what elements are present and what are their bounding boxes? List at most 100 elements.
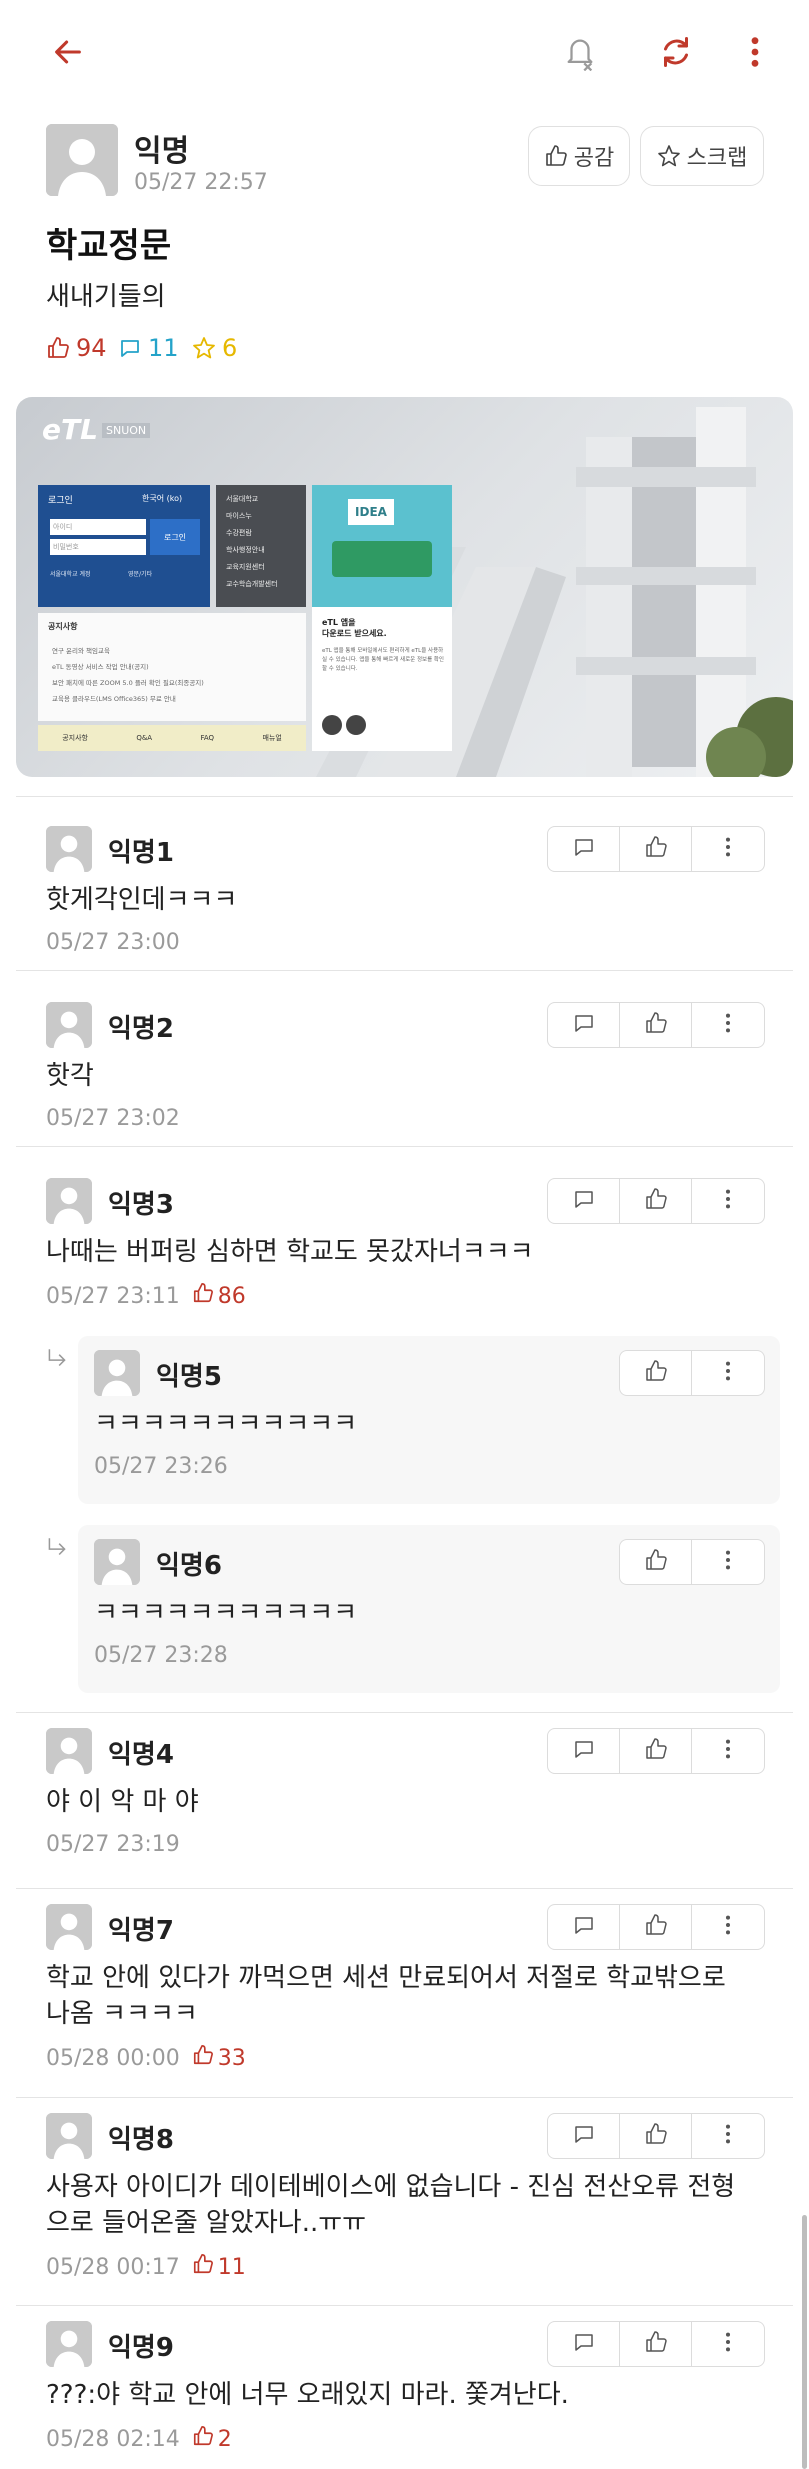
thumbs-up-icon (545, 145, 567, 166)
thumbs-up-button[interactable] (620, 827, 692, 871)
more-vertical-button[interactable] (692, 1351, 764, 1395)
thumbs-up-icon (644, 1011, 668, 1039)
menu-panel: 서울대학교 마이스누 수강편람 학사행정안내 교육지원센터 교수학습개발센터 (216, 485, 306, 607)
comment-meta: 05/27 23:26 (94, 1454, 228, 1479)
arrow-left-icon[interactable] (46, 30, 90, 74)
menu-item: 마이스누 (226, 512, 252, 520)
comment-button[interactable] (548, 1003, 620, 1047)
more-vertical-button[interactable] (692, 1003, 764, 1047)
comment-button[interactable] (548, 2322, 620, 2366)
scrap-count: 6 (192, 334, 237, 362)
comment-actions (547, 1178, 765, 1224)
divider (16, 2097, 793, 2098)
avatar (46, 1178, 92, 1224)
thumbs-up-button[interactable] (620, 2322, 692, 2366)
thumbs-up-button[interactable] (620, 1003, 692, 1047)
comment-text: ㅋㅋㅋㅋㅋㅋㅋㅋㅋㅋㅋ (94, 1598, 358, 1628)
comment-actions (547, 2321, 765, 2367)
notice-item: 보안 패치에 따른 ZOOM 5.0 플러 확인 필요(최종공지) (52, 679, 204, 687)
login-panel: 로그인 한국어 (ko) 아이디 비밀번호 로그인 서울대학교 계정 영문/기타 (38, 485, 210, 607)
thumbs-up-icon (192, 1282, 214, 1310)
login-id-field: 아이디 (50, 519, 146, 535)
comment-text: 핫각 (46, 1061, 94, 1091)
thumbs-up-button[interactable] (620, 1351, 692, 1395)
more-vertical-button[interactable] (692, 1540, 764, 1584)
login-pw-field: 비밀번호 (50, 539, 146, 555)
comment-icon (572, 2330, 596, 2358)
comment-time: 05/27 23:11 (46, 1283, 180, 1309)
thumbs-up-icon (644, 1737, 668, 1765)
comment-meta: 05/28 00:17 11 (46, 2253, 246, 2281)
notice-item: eTL 동영상 서비스 작업 안내(공지) (52, 663, 149, 671)
app-badge: IDEA (348, 499, 394, 525)
like-button[interactable]: 공감 (528, 126, 630, 186)
post-time: 05/27 22:57 (134, 170, 268, 195)
notice-tab: Q&A (136, 734, 153, 742)
comment-author: 익명7 (108, 1916, 174, 1946)
thumbs-up-button[interactable] (620, 1179, 692, 1223)
app-promo-panel: eTL 앱을 다운로드 받으세요. eTL 앱을 통해 모바일에서도 편리하게 … (312, 607, 452, 751)
comment-like-value: 33 (217, 2045, 246, 2071)
comment-icon (572, 1187, 596, 1215)
thumbs-up-icon (192, 2044, 214, 2072)
star-icon (193, 337, 215, 359)
comment-actions (547, 1728, 765, 1774)
comment-author: 익명2 (108, 1014, 174, 1044)
like-count: 94 (46, 334, 107, 362)
bell-off-icon[interactable] (558, 30, 602, 74)
comment-button[interactable] (548, 827, 620, 871)
avatar (46, 2321, 92, 2367)
menu-list: 서울대학교 마이스누 수강편람 학사행정안내 교육지원센터 교수학습개발센터 (226, 491, 278, 593)
refresh-icon[interactable] (654, 30, 698, 74)
notice-tab: 매뉴얼 (262, 734, 282, 742)
more-vertical-icon (725, 1188, 731, 1214)
more-vertical-icon (725, 1738, 731, 1764)
comment-icon (572, 1913, 596, 1941)
etl-logo: eTL (42, 413, 98, 446)
comment-time: 05/27 23:00 (46, 930, 180, 955)
thumbs-up-button[interactable] (620, 1729, 692, 1773)
more-vertical-button[interactable] (692, 2322, 764, 2366)
thumbs-up-button[interactable] (620, 1905, 692, 1949)
login-option-1: 서울대학교 계정 (50, 571, 91, 578)
post-image[interactable]: eTL SNUON 로그인 한국어 (ko) 아이디 비밀번호 로그인 서울대학… (16, 397, 793, 777)
comment-icon (121, 340, 139, 357)
comment-meta: 05/27 23:02 (46, 1106, 180, 1131)
avatar (94, 1539, 140, 1585)
comment-text: 나때는 버퍼링 심하면 학교도 못갔자너ㅋㅋㅋ (46, 1237, 534, 1267)
thumbs-up-button[interactable] (620, 2114, 692, 2158)
comment-like-value: 11 (217, 2254, 246, 2280)
comment-icon (572, 1737, 596, 1765)
comment-time: 05/28 00:17 (46, 2254, 180, 2280)
divider (16, 970, 793, 971)
notice-panel: 공지사항 연구 윤리와 책임교육 eTL 동영상 서비스 작업 안내(공지) 보… (38, 613, 306, 721)
app-desc: eTL 앱을 통해 모바일에서도 편리하게 eTL을 사용하실 수 있습니다. … (322, 648, 444, 672)
thumbs-up-icon (644, 1359, 668, 1387)
divider (16, 1712, 793, 1713)
more-vertical-button[interactable] (692, 1729, 764, 1773)
more-vertical-button[interactable] (692, 2114, 764, 2158)
login-lang: 한국어 (ko) (142, 494, 183, 503)
reply-arrow-icon (44, 1346, 70, 1376)
comment-icon (572, 1011, 596, 1039)
more-vertical-icon (725, 1914, 731, 1940)
thumbs-up-button[interactable] (620, 1540, 692, 1584)
more-vertical-button[interactable] (692, 1905, 764, 1949)
more-vertical-icon[interactable] (733, 30, 777, 74)
comment-button[interactable] (548, 1905, 620, 1949)
comment-text: 사용자 아이디가 데이테베이스에 없습니다 - 진심 전산오류 전형으로 들어온… (46, 2172, 736, 2238)
comment-text: 야 이 악 마 야 (46, 1787, 199, 1817)
comment-button[interactable] (548, 2114, 620, 2158)
scrollbar[interactable] (802, 2215, 807, 2469)
more-vertical-icon (725, 1012, 731, 1038)
comment-button[interactable] (548, 1179, 620, 1223)
thumbs-up-icon (644, 1187, 668, 1215)
post-title: 학교정문 (46, 226, 172, 266)
divider (16, 1146, 793, 1147)
more-vertical-button[interactable] (692, 1179, 764, 1223)
thumbs-up-icon (644, 1913, 668, 1941)
comment-like-count: 86 (192, 1282, 246, 1310)
more-vertical-button[interactable] (692, 827, 764, 871)
scrap-button[interactable]: 스크랩 (640, 126, 764, 186)
comment-button[interactable] (548, 1729, 620, 1773)
